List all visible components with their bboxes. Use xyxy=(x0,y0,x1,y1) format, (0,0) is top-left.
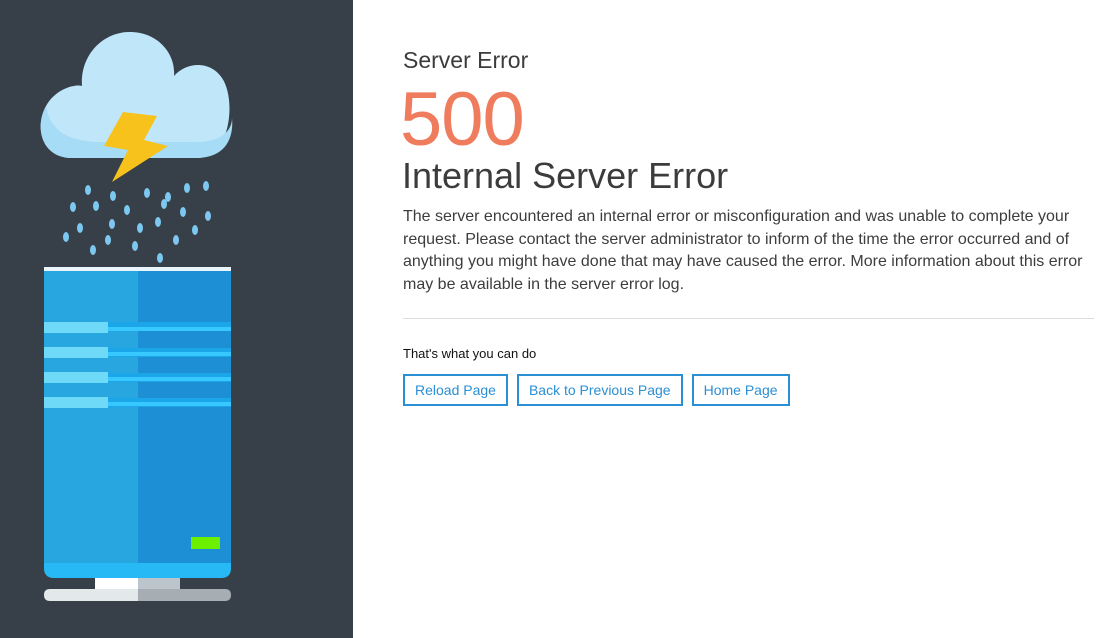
server-illustration xyxy=(40,32,233,601)
error-description: The server encountered an internal error… xyxy=(403,208,1083,293)
error-code: 500 xyxy=(400,77,525,162)
divider xyxy=(403,318,1094,319)
error-headline: Internal Server Error xyxy=(402,155,729,196)
home-page-button[interactable]: Home Page xyxy=(691,374,790,406)
error-content: Server Error 500 Internal Server Error T… xyxy=(353,0,1114,638)
actions-label: That's what you can do xyxy=(403,346,537,361)
back-button[interactable]: Back to Previous Page xyxy=(516,374,683,406)
error-eyebrow: Server Error xyxy=(403,47,529,73)
reload-page-button[interactable]: Reload Page xyxy=(403,374,508,406)
error-page: Server Error 500 Internal Server Error T… xyxy=(0,0,1114,638)
illustration-panel xyxy=(0,0,353,638)
status-led xyxy=(191,537,220,549)
server-icon xyxy=(44,267,231,601)
action-buttons: Reload Page Back to Previous Page Home P… xyxy=(403,374,790,406)
raindrop-icon xyxy=(63,181,211,263)
